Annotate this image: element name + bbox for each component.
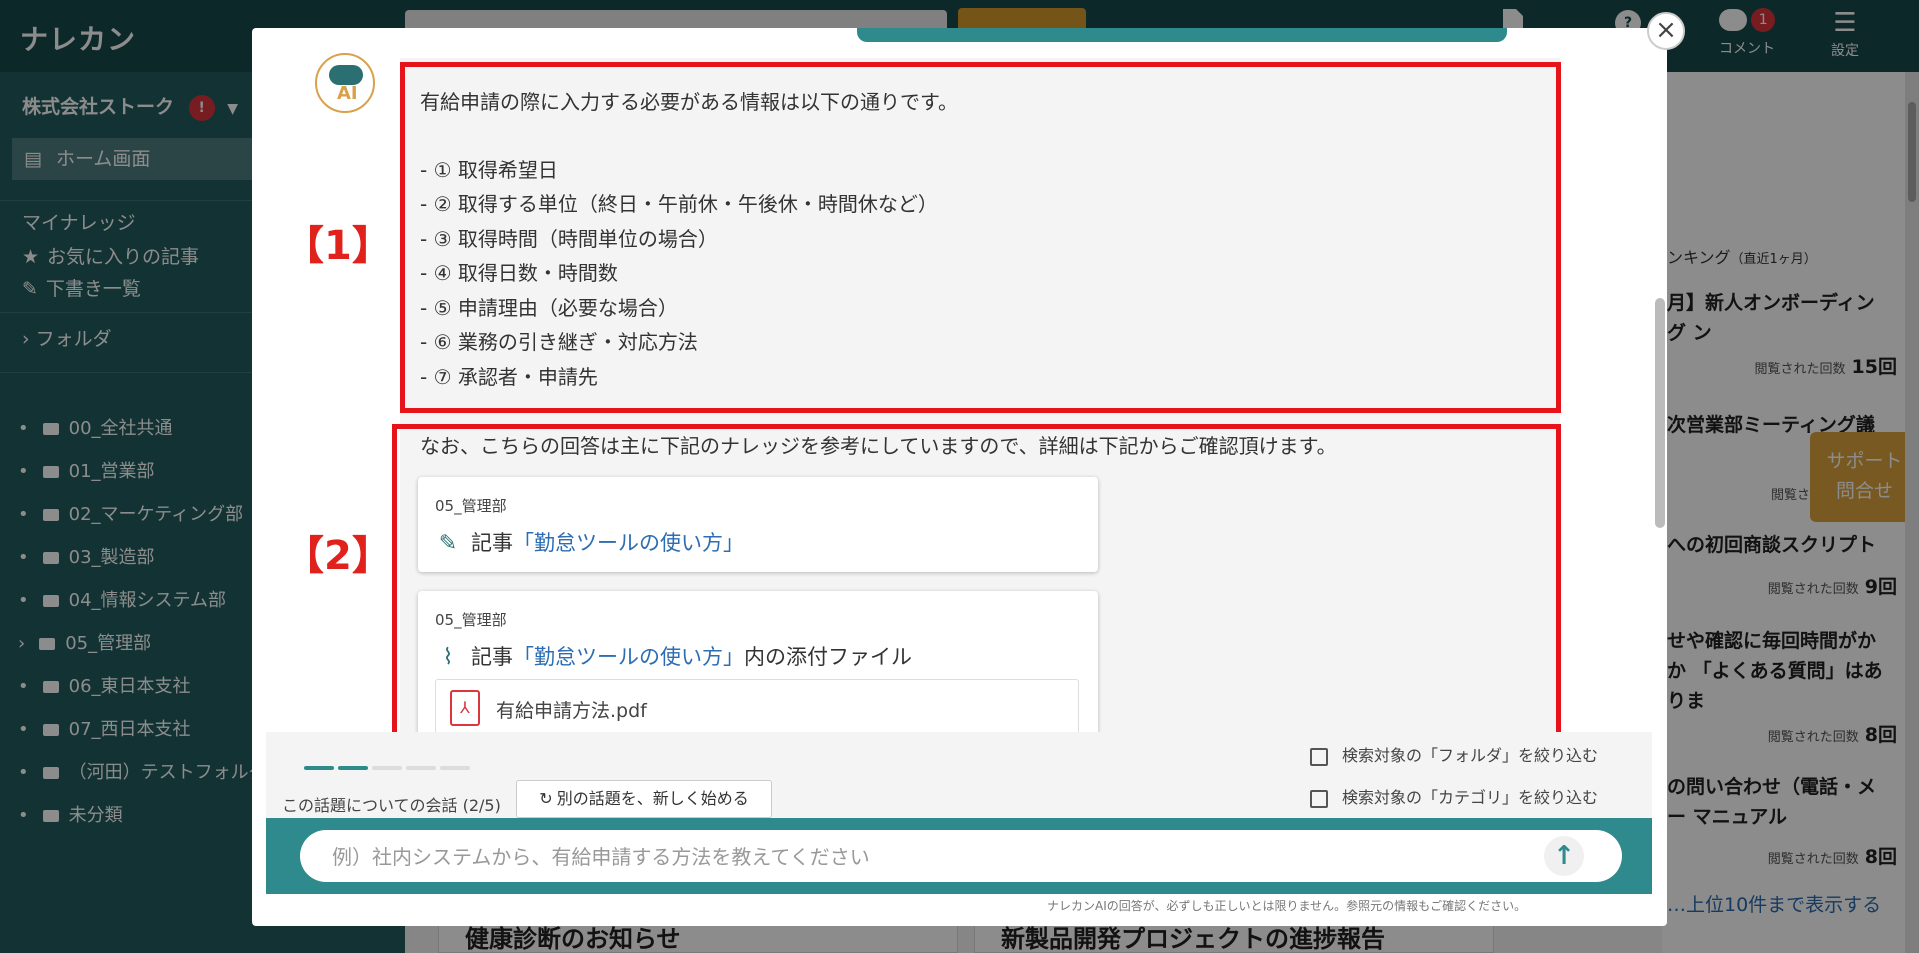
new-topic-label: 別の話題を、新しく始める (556, 789, 749, 808)
checkbox-icon[interactable] (1310, 747, 1328, 766)
progress-segment (440, 766, 470, 770)
ai-label: AI (337, 83, 358, 104)
filter-category-checkbox[interactable]: 検索対象の「カテゴリ」を絞り込む (1310, 784, 1598, 808)
send-button[interactable]: ↑ (1544, 836, 1584, 876)
arrow-up-icon: ↑ (1553, 841, 1575, 871)
highlight-box-2 (392, 424, 1561, 768)
progress-segment (304, 766, 334, 770)
conversation-controls: この話題についての会話 (2/5) ↻ 別の話題を、新しく始める 検索対象の「フォ… (266, 732, 1652, 822)
marker-2: 【2】 (284, 533, 392, 579)
cloud-icon (329, 65, 363, 85)
checkbox-icon[interactable] (1310, 789, 1328, 808)
filter-folder-checkbox[interactable]: 検索対象の「フォルダ」を絞り込む (1310, 742, 1598, 766)
question-input-wrapper: ↑ (300, 830, 1622, 882)
progress-segment (406, 766, 436, 770)
new-topic-button[interactable]: ↻ 別の話題を、新しく始める (516, 780, 772, 818)
close-icon: × (1655, 15, 1677, 45)
filter-folder-label: 検索対象の「フォルダ」を絞り込む (1342, 746, 1599, 765)
progress-segment (338, 766, 368, 770)
filter-category-label: 検索対象の「カテゴリ」を絞り込む (1342, 788, 1599, 807)
marker-1: 【1】 (284, 223, 392, 269)
conversation-count: この話題についての会話 (2/5) (282, 796, 501, 815)
modal-scrollbar-thumb[interactable] (1655, 298, 1665, 528)
conversation-progress (304, 755, 474, 774)
refresh-icon: ↻ (539, 789, 553, 808)
close-modal-button[interactable]: × (1647, 12, 1685, 50)
question-input[interactable] (330, 838, 1534, 876)
ai-disclaimer: ナレカンAIの回答が、必ずしも正しいとは限りません。参照元の情報もご確認ください… (1047, 899, 1527, 913)
ai-answer-modal: AI 【1】 【2】 有給申請の際に入力する必要がある情報は以下の通りです。 -… (252, 28, 1667, 926)
progress-segment (372, 766, 402, 770)
ai-avatar: AI (315, 53, 375, 113)
question-input-bar: ↑ (266, 818, 1652, 894)
question-bubble-edge (857, 28, 1507, 42)
highlight-box-1 (400, 62, 1561, 413)
